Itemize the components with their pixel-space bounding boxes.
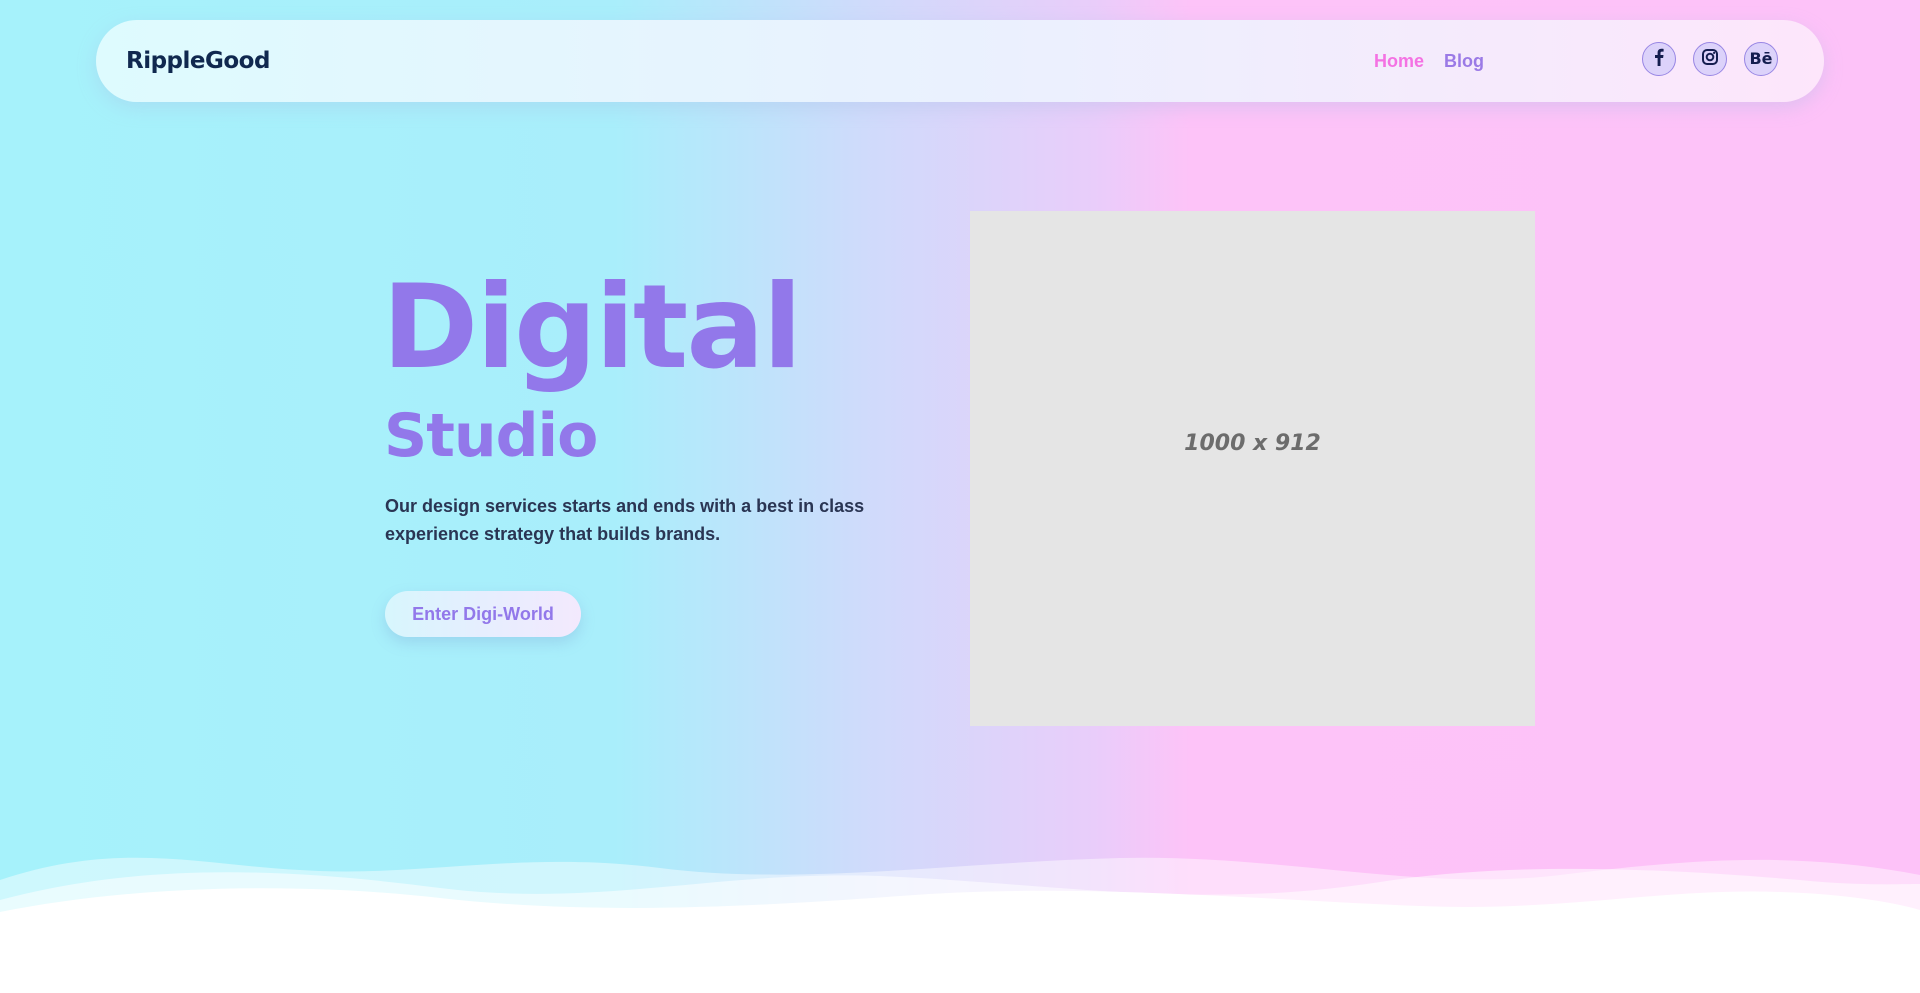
behance-button[interactable]: Bē — [1744, 42, 1778, 76]
hero-image-placeholder: 1000 x 912 — [970, 211, 1535, 726]
nav-link-blog[interactable]: Blog — [1444, 51, 1484, 72]
social-links: Bē — [1642, 42, 1778, 76]
decorative-waves — [0, 857, 1920, 993]
instagram-icon — [1701, 48, 1719, 70]
placeholder-size-label: 1000 x 912 — [1184, 431, 1321, 456]
brand-logo[interactable]: RippleGood — [126, 20, 270, 102]
nav-link-home[interactable]: Home — [1374, 51, 1424, 72]
behance-icon: Bē — [1749, 49, 1773, 68]
hero-subtitle: Studio — [384, 401, 598, 471]
enter-digi-world-button[interactable]: Enter Digi-World — [385, 591, 581, 637]
wave-front — [0, 888, 1920, 993]
nav-links: Home Blog — [1374, 20, 1484, 102]
page: RippleGood Home Blog Bē Digital Studio O… — [0, 0, 1920, 993]
hero-title: Digital — [382, 260, 802, 395]
facebook-button[interactable] — [1642, 42, 1676, 76]
navbar: RippleGood Home Blog Bē — [96, 20, 1824, 102]
instagram-button[interactable] — [1693, 42, 1727, 76]
hero-description: Our design services starts and ends with… — [385, 496, 865, 544]
facebook-icon — [1651, 48, 1667, 70]
